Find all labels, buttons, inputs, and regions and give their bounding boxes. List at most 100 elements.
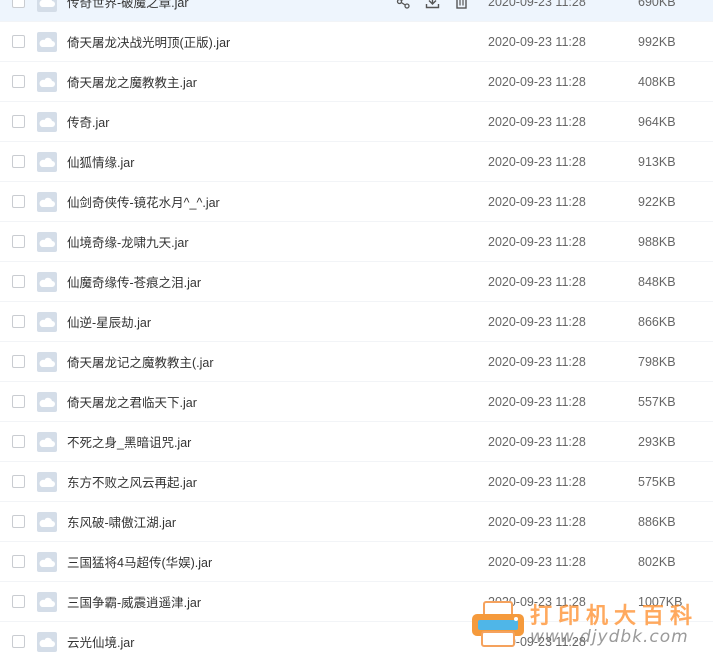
file-row[interactable]: 仙境奇缘-龙啸九天.jar 2020-09-23 11:28 988KB	[0, 222, 713, 262]
file-size: 798KB	[638, 354, 676, 369]
share-icon[interactable]	[394, 0, 413, 11]
cloud-file-icon	[37, 311, 57, 332]
file-row[interactable]: 东风破-啸傲江湖.jar 2020-09-23 11:28 886KB	[0, 502, 713, 542]
row-checkbox[interactable]	[12, 595, 25, 608]
file-row[interactable]: 三国猛将4马超传(华娱).jar 2020-09-23 11:28 802KB	[0, 542, 713, 582]
cloud-file-icon	[37, 431, 57, 452]
row-checkbox[interactable]	[12, 195, 25, 208]
row-checkbox[interactable]	[12, 635, 25, 648]
file-date: 2020-09-23 11:28	[488, 514, 586, 529]
file-size: 886KB	[638, 514, 676, 529]
row-checkbox[interactable]	[12, 315, 25, 328]
file-row[interactable]: 东方不败之风云再起.jar 2020-09-23 11:28 575KB	[0, 462, 713, 502]
file-date: 2020-09-23 11:28	[488, 154, 586, 169]
cloud-file-icon	[37, 511, 57, 532]
row-checkbox[interactable]	[12, 555, 25, 568]
file-size: 690KB	[638, 0, 676, 9]
file-name[interactable]: 东方不败之风云再起.jar	[67, 472, 197, 491]
file-size: 575KB	[638, 474, 676, 489]
download-icon[interactable]	[423, 0, 442, 11]
file-name[interactable]: 不死之身_黑暗诅咒.jar	[67, 432, 191, 451]
cloud-file-icon	[37, 551, 57, 572]
file-size: 802KB	[638, 554, 676, 569]
cloud-file-icon	[37, 111, 57, 132]
file-row[interactable]: 仙魔奇缘传-苍痕之泪.jar 2020-09-23 11:28 848KB	[0, 262, 713, 302]
file-name[interactable]: 仙狐情缘.jar	[67, 152, 134, 171]
row-checkbox[interactable]	[12, 75, 25, 88]
file-size: 988KB	[638, 234, 676, 249]
file-list: 传奇世界-破魔之章.jar 2020-09-23 11:28 690KB 倚天屠龙决战…	[0, 0, 713, 653]
cloud-file-icon	[37, 151, 57, 172]
cloud-file-icon	[37, 591, 57, 612]
file-date: 2020-09-23 11:28	[488, 474, 586, 489]
cloud-file-icon	[37, 0, 57, 12]
file-date: 2020-09-23 11:28	[488, 114, 586, 129]
file-name[interactable]: 仙逆-星辰劫.jar	[67, 312, 151, 331]
file-size: 1007KB	[638, 594, 683, 609]
file-row[interactable]: 不死之身_黑暗诅咒.jar 2020-09-23 11:28 293KB	[0, 422, 713, 462]
row-checkbox[interactable]	[12, 235, 25, 248]
file-date: 2020-09-23 11:28	[488, 314, 586, 329]
file-row[interactable]: 仙剑奇侠传-镜花水月^_^.jar 2020-09-23 11:28 922KB	[0, 182, 713, 222]
file-date: 2020-09-23 11:28	[488, 434, 586, 449]
file-size: 557KB	[638, 394, 676, 409]
file-row[interactable]: 三国争霸-威震逍遥津.jar 2020-09-23 11:28 1007KB	[0, 582, 713, 622]
row-checkbox[interactable]	[12, 35, 25, 48]
file-date: 2020-09-23 11:28	[488, 34, 586, 49]
row-checkbox[interactable]	[12, 515, 25, 528]
row-checkbox[interactable]	[12, 0, 25, 8]
file-date: 2020-09-23 11:28	[488, 354, 586, 369]
cloud-file-icon	[37, 191, 57, 212]
file-date: 2020-09-23 11:28	[488, 554, 586, 569]
file-size: 408KB	[638, 74, 676, 89]
file-row[interactable]: 倚天屠龙之君临天下.jar 2020-09-23 11:28 557KB	[0, 382, 713, 422]
file-name[interactable]: 倚天屠龙之君临天下.jar	[67, 392, 197, 411]
file-name[interactable]: 传奇世界-破魔之章.jar	[67, 0, 189, 11]
file-size: 922KB	[638, 194, 676, 209]
cloud-file-icon	[37, 71, 57, 92]
file-row[interactable]: 传奇.jar 2020-09-23 11:28 964KB	[0, 102, 713, 142]
file-name[interactable]: 传奇.jar	[67, 112, 109, 131]
file-row[interactable]: 倚天屠龙记之魔教教主(.jar 2020-09-23 11:28 798KB	[0, 342, 713, 382]
row-checkbox[interactable]	[12, 435, 25, 448]
row-actions	[394, 0, 471, 11]
cloud-file-icon	[37, 31, 57, 52]
file-name[interactable]: 云光仙境.jar	[67, 632, 134, 651]
row-checkbox[interactable]	[12, 275, 25, 288]
trash-icon[interactable]	[452, 0, 471, 11]
file-row[interactable]: 仙逆-星辰劫.jar 2020-09-23 11:28 866KB	[0, 302, 713, 342]
file-name[interactable]: 东风破-啸傲江湖.jar	[67, 512, 176, 531]
row-checkbox[interactable]	[12, 355, 25, 368]
cloud-file-icon	[37, 471, 57, 492]
row-checkbox[interactable]	[12, 115, 25, 128]
cloud-file-icon	[37, 351, 57, 372]
file-row[interactable]: 云光仙境.jar 2020-09-23 11:28	[0, 622, 713, 653]
row-checkbox[interactable]	[12, 475, 25, 488]
file-size: 913KB	[638, 154, 676, 169]
file-row[interactable]: 倚天屠龙之魔教教主.jar 2020-09-23 11:28 408KB	[0, 62, 713, 102]
file-name[interactable]: 仙剑奇侠传-镜花水月^_^.jar	[67, 192, 220, 211]
row-checkbox[interactable]	[12, 395, 25, 408]
file-name[interactable]: 仙魔奇缘传-苍痕之泪.jar	[67, 272, 201, 291]
file-row[interactable]: 传奇世界-破魔之章.jar 2020-09-23 11:28 690KB	[0, 0, 713, 22]
file-date: 2020-09-23 11:28	[488, 274, 586, 289]
file-name[interactable]: 三国猛将4马超传(华娱).jar	[67, 552, 212, 571]
file-name[interactable]: 倚天屠龙之魔教教主.jar	[67, 72, 197, 91]
file-date: 2020-09-23 11:28	[488, 74, 586, 89]
file-date: 2020-09-23 11:28	[488, 394, 586, 409]
file-size: 866KB	[638, 314, 676, 329]
file-name[interactable]: 仙境奇缘-龙啸九天.jar	[67, 232, 189, 251]
cloud-file-icon	[37, 231, 57, 252]
file-date: 2020-09-23 11:28	[488, 0, 586, 9]
file-name[interactable]: 三国争霸-威震逍遥津.jar	[67, 592, 201, 611]
file-name[interactable]: 倚天屠龙决战光明顶(正版).jar	[67, 32, 230, 51]
cloud-file-icon	[37, 631, 57, 652]
file-row[interactable]: 倚天屠龙决战光明顶(正版).jar 2020-09-23 11:28 992KB	[0, 22, 713, 62]
file-row[interactable]: 仙狐情缘.jar 2020-09-23 11:28 913KB	[0, 142, 713, 182]
file-date: 2020-09-23 11:28	[488, 594, 586, 609]
file-date: 2020-09-23 11:28	[488, 234, 586, 249]
cloud-file-icon	[37, 271, 57, 292]
cloud-file-icon	[37, 391, 57, 412]
file-name[interactable]: 倚天屠龙记之魔教教主(.jar	[67, 352, 214, 371]
row-checkbox[interactable]	[12, 155, 25, 168]
